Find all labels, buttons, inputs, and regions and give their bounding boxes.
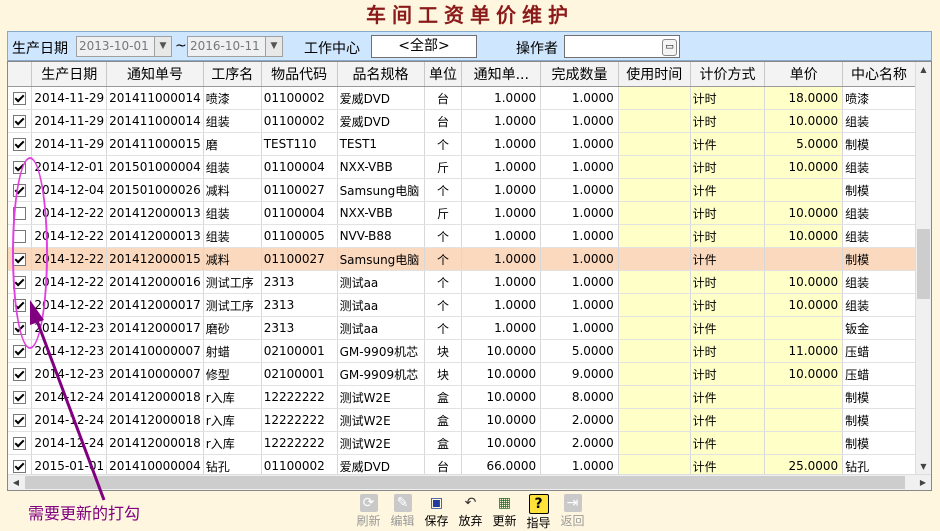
help-icon: ? (528, 494, 549, 514)
annotation-arrow (30, 300, 106, 501)
toolbar-button-label: 返回 (560, 514, 585, 528)
annotation-note: 需要更新的打勾 (28, 504, 141, 523)
toolbar-button-label: 放弃 (458, 514, 483, 528)
toolbar-button-label: 更新 (492, 514, 517, 528)
save-icon: ▣ (429, 495, 444, 511)
help-button[interactable]: ? 指导 (522, 493, 555, 530)
undo-icon: ↶ (464, 495, 477, 511)
save-button[interactable]: ▣ 保存 (420, 493, 453, 529)
update-button[interactable]: ▦ 更新 (488, 493, 521, 529)
exit-icon: ⇥ (563, 494, 582, 512)
toolbar-button-label: 指导 (526, 516, 551, 530)
toolbar-button-label: 刷新 (356, 514, 381, 528)
undo-button[interactable]: ↶ 放弃 (454, 493, 487, 529)
refresh-icon: ⟳ (359, 494, 378, 512)
toolbar-button-label: 保存 (424, 514, 449, 528)
edit-icon: ✎ (393, 494, 412, 512)
toolbar-button-label: 编辑 (390, 514, 415, 528)
refresh-button[interactable]: ⟳ 刷新 (352, 493, 385, 529)
update-icon: ▦ (497, 495, 512, 511)
edit-button[interactable]: ✎ 编辑 (386, 493, 419, 529)
exit-button[interactable]: ⇥ 返回 (556, 493, 589, 529)
